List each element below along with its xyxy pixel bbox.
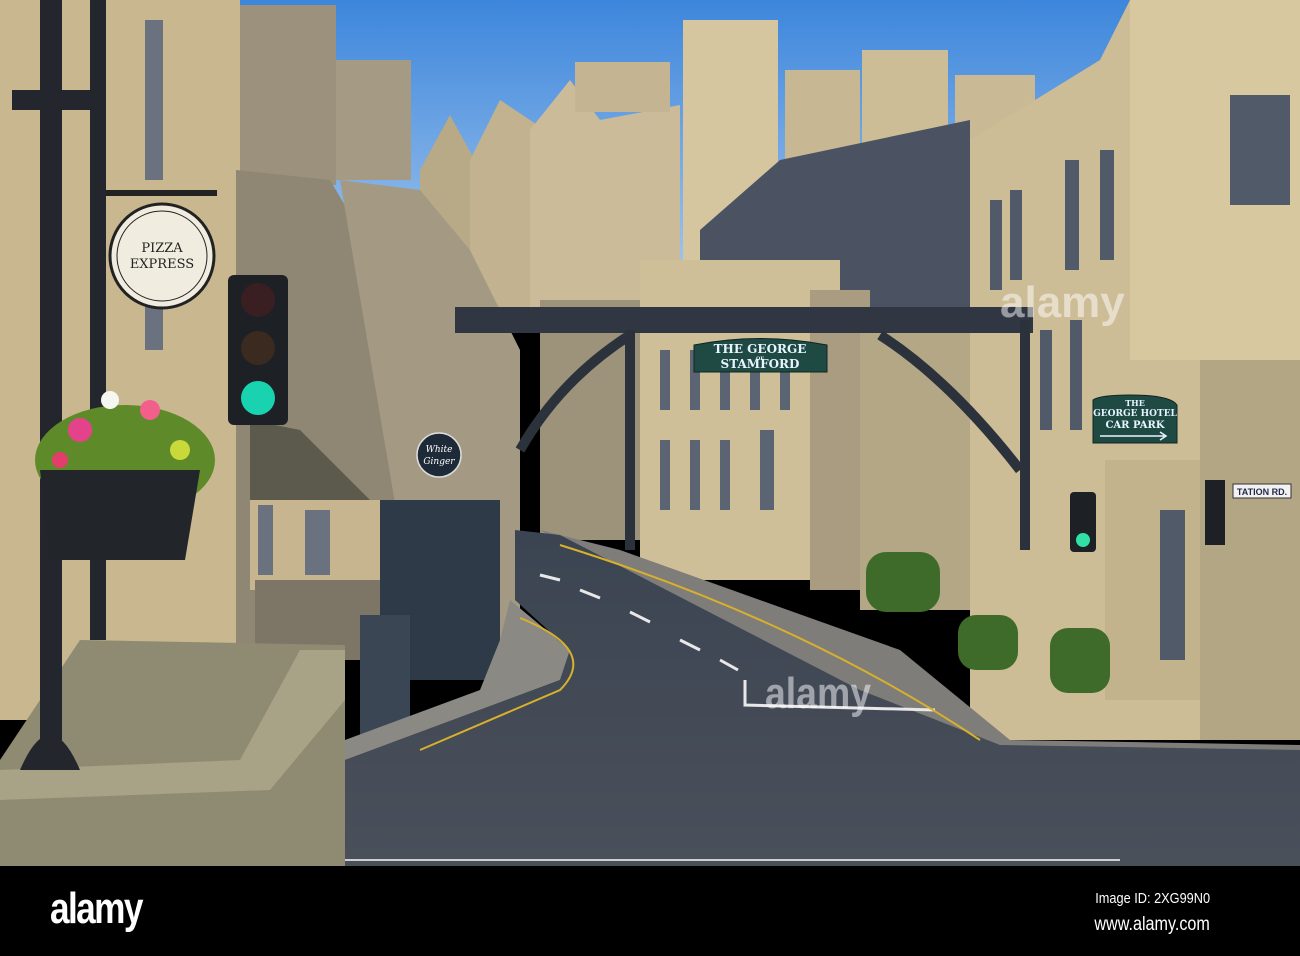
pizza-express-line-1: PIZZA xyxy=(141,241,183,256)
pizza-express-line-2: EXPRESS xyxy=(130,257,194,272)
footer-bar: alamy Image ID: 2XG99N0 www.alamy.com xyxy=(0,866,1300,956)
image-id: Image ID: 2XG99N0 xyxy=(1095,890,1210,907)
sign-line-1: THE GEORGE xyxy=(714,342,807,356)
white-ginger-line-2: Ginger xyxy=(423,457,455,467)
right-buildings xyxy=(970,0,1300,740)
car-park-line-3: CAR PARK xyxy=(1105,420,1164,431)
street-name-sign: TATION RD. xyxy=(1232,483,1292,499)
street-photo: THE GEORGE OF STAMFORD THE GEORGE HOTEL … xyxy=(0,0,1300,866)
car-park-sign: THE GEORGE HOTEL CAR PARK xyxy=(1092,394,1178,444)
site-url: www.alamy.com xyxy=(1094,914,1210,935)
photo-scene: THE GEORGE OF STAMFORD THE GEORGE HOTEL … xyxy=(0,0,1300,956)
george-of-stamford-sign: THE GEORGE OF STAMFORD xyxy=(693,338,828,373)
street-name-text: TATION RD. xyxy=(1237,487,1287,497)
white-ginger-sign: White Ginger xyxy=(416,432,462,478)
watermark-text: alamy xyxy=(765,668,871,718)
white-ginger-line-1: White xyxy=(426,445,453,455)
car-park-line-2: GEORGE HOTEL xyxy=(1093,409,1177,419)
car-park-line-1: THE xyxy=(1125,398,1145,408)
sign-line-3: STAMFORD xyxy=(721,357,800,371)
alamy-logo: alamy xyxy=(50,884,143,933)
watermark-text: alamy xyxy=(1000,278,1125,327)
